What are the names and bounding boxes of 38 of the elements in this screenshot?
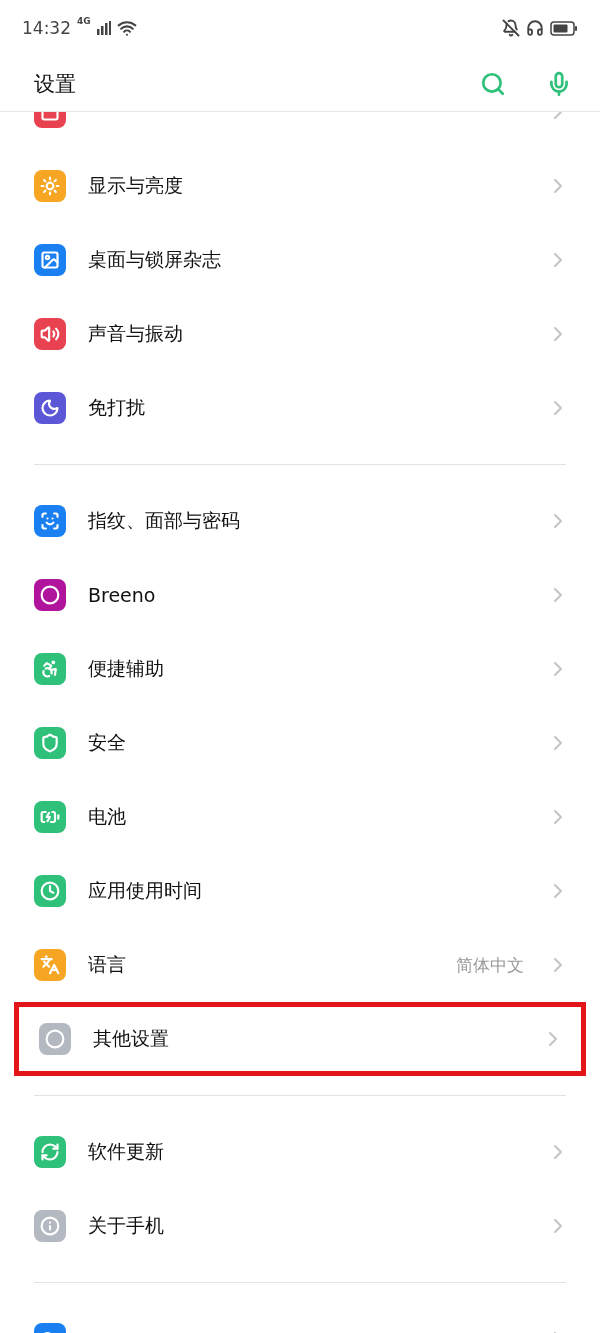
settings-row[interactable]: 指纹、面部与密码 (0, 484, 600, 558)
highlighted-settings-row[interactable]: 其他设置 (14, 1002, 586, 1076)
settings-row[interactable]: 安全 (0, 706, 600, 780)
row-label: 指纹、面部与密码 (88, 508, 241, 533)
settings-row[interactable]: 电池 (0, 780, 600, 854)
settings-row[interactable]: 语言 简体中文 (0, 928, 600, 1002)
settings-row[interactable]: 桌面与锁屏杂志 (0, 223, 600, 297)
settings-row[interactable]: 便捷辅助 (0, 632, 600, 706)
row-label: 免打扰 (88, 395, 146, 420)
settings-row[interactable]: 显示与亮度 (0, 149, 600, 223)
settings-row[interactable]: 声音与振动 (0, 297, 600, 371)
settings-row[interactable]: 关于手机 (0, 1189, 600, 1263)
settings-row[interactable]: 免打扰 (0, 371, 600, 445)
row-label: 软件更新 (88, 1139, 165, 1164)
bell-off-icon (502, 19, 520, 37)
settings-row[interactable]: 软件更新 (0, 1115, 600, 1189)
row-label: 电池 (88, 804, 127, 829)
row-label: 其他设置 (93, 1026, 170, 1051)
network-type: 4G (77, 16, 91, 26)
row-value: 简体中文 (456, 953, 524, 977)
page-title: 设置 (34, 70, 77, 98)
row-label: 桌面与锁屏杂志 (88, 247, 222, 272)
row-label: 应用使用时间 (88, 878, 203, 903)
row-label: Breeno (88, 584, 157, 606)
row-label: 便捷辅助 (88, 656, 165, 681)
row-label: 关于手机 (88, 1213, 165, 1238)
settings-row[interactable]: Breeno (0, 558, 600, 632)
row-label: 显示与亮度 (88, 173, 184, 198)
row-label: 语言 (88, 952, 127, 977)
status-time: 14:32 (22, 18, 71, 38)
headphones-icon (526, 19, 544, 37)
signal-icon (96, 21, 111, 35)
row-label: 安全 (88, 730, 127, 755)
settings-row[interactable]: 应用使用时间 (0, 854, 600, 928)
wifi-icon (116, 18, 137, 38)
row-label: 声音与振动 (88, 321, 184, 346)
battery-icon (550, 20, 578, 36)
search-icon[interactable] (480, 70, 506, 97)
